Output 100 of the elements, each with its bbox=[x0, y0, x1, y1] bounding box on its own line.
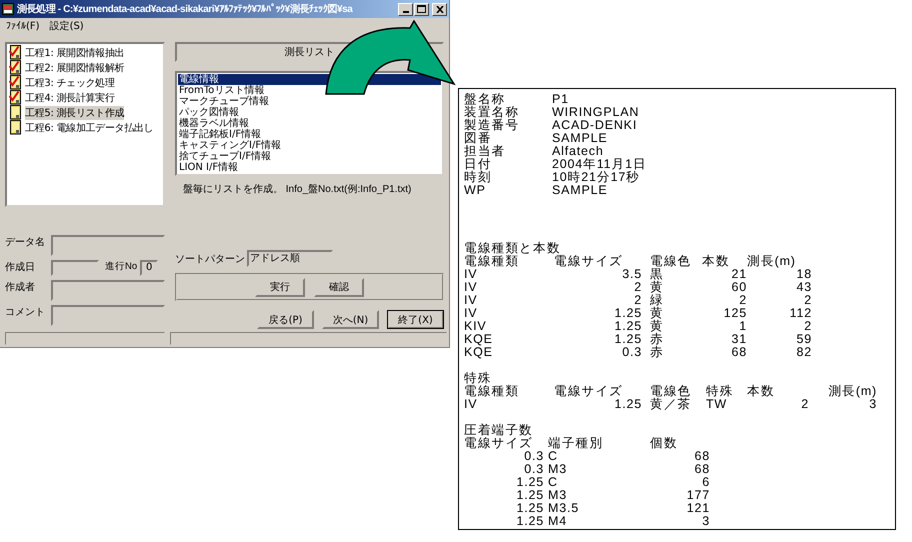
field-label: 作成日 bbox=[5, 260, 36, 274]
list-item[interactable]: キャスティングI/F情報 bbox=[178, 140, 441, 151]
table-cell-text: 1.25 bbox=[613, 307, 642, 320]
sort-field[interactable]: アドレス順 bbox=[247, 250, 333, 267]
section-title: 電線種類と本数 bbox=[464, 242, 562, 255]
table-cell-text: M3 bbox=[547, 463, 568, 476]
table-cell-text: 黄／茶 bbox=[649, 398, 692, 411]
column-header: 電線種類 bbox=[464, 385, 520, 398]
menu-item[interactable]: ﾌｧｲﾙ(F) bbox=[6, 20, 40, 32]
table-cell-text: IV bbox=[464, 268, 478, 281]
table-cell-text: 1.25 bbox=[613, 320, 642, 333]
step-item[interactable]: 工程3: チェック処理 bbox=[9, 75, 161, 90]
list-item[interactable]: パック図情報 bbox=[178, 107, 441, 118]
table-cell-text: IV bbox=[464, 294, 478, 307]
table-cell-text: IV bbox=[464, 398, 478, 411]
list-item[interactable]: 捨てチューブI/F情報 bbox=[178, 151, 441, 162]
report-value: 10時21分17秒 bbox=[552, 171, 640, 184]
list-item[interactable]: 機器ラベル情報 bbox=[178, 118, 441, 129]
table-cell-text: 21 bbox=[730, 268, 747, 281]
table-cell-text: 2 bbox=[803, 294, 812, 307]
table-cell-text: 黄 bbox=[649, 320, 665, 333]
table-cell-text: 60 bbox=[730, 281, 747, 294]
column-header: 本数 bbox=[702, 255, 731, 268]
table-cell-text: 2 bbox=[800, 398, 809, 411]
table-cell-text: 赤 bbox=[649, 333, 665, 346]
nav-button[interactable]: 終了(X) bbox=[387, 310, 444, 329]
table-cell-text: 0.3 bbox=[621, 346, 642, 359]
table-cell-text: M3 bbox=[547, 489, 568, 502]
report-label: 製造番号 bbox=[464, 119, 520, 132]
report-value: WIRINGPLAN bbox=[552, 106, 640, 119]
table-cell-text: M4 bbox=[547, 515, 568, 528]
report-label: 盤名称 bbox=[464, 93, 506, 106]
column-header: 電線色 bbox=[649, 255, 692, 268]
table-cell-text: 59 bbox=[795, 333, 812, 346]
close-icon bbox=[436, 6, 444, 12]
table-cell-text: 3 bbox=[701, 515, 710, 528]
table-cell-text: 1.25 bbox=[515, 476, 544, 489]
column-header: 電線種類 bbox=[464, 255, 520, 268]
table-cell-text: KQE bbox=[464, 333, 494, 346]
column-header: 測長(m) bbox=[747, 255, 797, 268]
table-cell-text: TW bbox=[705, 398, 728, 411]
table-cell-text: 68 bbox=[693, 463, 710, 476]
report-label: 装置名称 bbox=[464, 106, 520, 119]
table-cell-text: C bbox=[547, 450, 559, 463]
table-cell-text: 黄 bbox=[649, 307, 665, 320]
table-cell-text: 31 bbox=[730, 333, 747, 346]
minimize-button[interactable] bbox=[398, 2, 413, 16]
column-header: 個数 bbox=[649, 437, 679, 450]
list-item[interactable]: マークチューブ情報 bbox=[178, 96, 441, 107]
table-cell-text: 黒 bbox=[649, 268, 665, 281]
report-label: 図番 bbox=[464, 132, 492, 145]
window-title: 測長処理 - C:¥zumendata-acad¥acad-sikakari¥ｱﾙﾌｧﾃｯｸ¥ﾌﾙﾊﾟｯｸ¥測長ﾁｪｯｸ図¥sa bbox=[17, 2, 352, 16]
action-button[interactable]: 確認 bbox=[314, 278, 364, 296]
report-value: 2004年11月1日 bbox=[552, 158, 647, 171]
field-label: コメント bbox=[5, 306, 46, 319]
table-cell-text: 121 bbox=[686, 502, 710, 515]
table-cell-text: 1.25 bbox=[515, 515, 544, 528]
table-cell-text: 68 bbox=[730, 346, 747, 359]
app-icon bbox=[2, 3, 14, 15]
table-cell-text: 125 bbox=[722, 307, 747, 320]
table-cell-text: 1.25 bbox=[613, 333, 642, 346]
table-cell-text: IV bbox=[464, 307, 478, 320]
report-value: Alfatech bbox=[552, 145, 604, 158]
table-cell-text: 1.25 bbox=[515, 489, 544, 502]
table-cell-text: 0.3 bbox=[523, 463, 544, 476]
maximize-button[interactable] bbox=[414, 2, 429, 16]
table-cell-text: 177 bbox=[686, 489, 710, 502]
column-header: 電線サイズ bbox=[554, 385, 624, 398]
table-cell-text: 112 bbox=[788, 307, 812, 320]
list-item[interactable]: FromToリスト情報 bbox=[178, 85, 441, 96]
list-item[interactable]: 端子記銘板I/F情報 bbox=[178, 129, 441, 140]
table-cell-text: 1 bbox=[738, 320, 747, 333]
table-cell-text: 1.25 bbox=[613, 398, 642, 411]
nav-button[interactable]: 戻る(P) bbox=[257, 310, 314, 329]
close-button[interactable] bbox=[432, 2, 447, 16]
action-button[interactable]: 実行 bbox=[255, 278, 305, 296]
report-value: P1 bbox=[552, 93, 569, 106]
table-cell-text: 3 bbox=[869, 398, 877, 411]
report-value: ACAD-DENKI bbox=[552, 119, 638, 132]
maximize-icon bbox=[417, 5, 426, 13]
column-header: 電線サイズ bbox=[554, 255, 624, 268]
table-cell-text: 2 bbox=[738, 294, 747, 307]
report-label: 時刻 bbox=[464, 171, 493, 184]
menu-item[interactable]: 設定(S) bbox=[50, 19, 84, 33]
column-header: 端子種別 bbox=[547, 437, 604, 450]
note-text: 盤毎にリストを作成。 Info_盤No.txt(例:Info_P1.txt) bbox=[183, 182, 412, 196]
table-cell-text: 43 bbox=[795, 281, 812, 294]
step-item[interactable]: 工程1: 展開図情報抽出 bbox=[9, 45, 161, 60]
report-value: SAMPLE bbox=[552, 184, 608, 197]
step-item[interactable]: 工程6: 電線加工データ払出し bbox=[9, 120, 161, 135]
table-cell-text: IV bbox=[464, 281, 478, 294]
table-cell-text: KQE bbox=[464, 346, 494, 359]
step-item[interactable]: 工程4: 測長計算実行 bbox=[9, 90, 161, 105]
number-field: 0 bbox=[140, 260, 158, 276]
column-header: 電線色 bbox=[649, 385, 692, 398]
field-label: ソートパターン bbox=[175, 252, 245, 266]
nav-button[interactable]: 次へ(N) bbox=[322, 310, 379, 329]
list-item[interactable]: LION I/F情報 bbox=[178, 162, 441, 173]
step-item[interactable]: 工程2: 展開図情報解析 bbox=[9, 60, 161, 75]
column-header: 特殊 bbox=[705, 385, 735, 398]
